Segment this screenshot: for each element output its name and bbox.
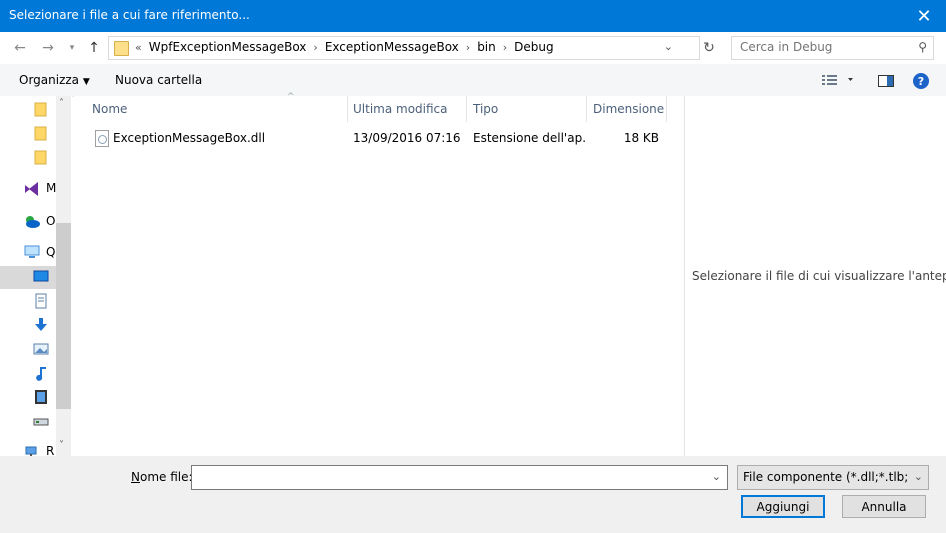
music-icon[interactable] (33, 365, 49, 381)
window-title: Selezionare i file a cui fare riferiment… (9, 8, 250, 22)
desktop-icon[interactable] (33, 269, 49, 285)
help-button[interactable]: ? (913, 73, 929, 89)
navigation-scrollbar[interactable]: ˄ ˅ (56, 96, 71, 456)
chevron-down-icon: ▾ (69, 43, 75, 53)
chevron-right-icon[interactable]: › (500, 41, 510, 54)
column-label: Tipo (473, 102, 499, 116)
file-list: ^ Nome Ultima modifica Tipo Dimensione E… (74, 92, 684, 456)
chevron-up-icon[interactable]: ˄ (59, 98, 64, 109)
column-header-name[interactable]: Nome (86, 96, 348, 122)
chevron-down-icon[interactable]: ⌄ (664, 40, 673, 53)
search-box: ⚲ (731, 36, 934, 60)
chevron-down-icon: ⌄ (913, 470, 923, 483)
folder-icon[interactable] (33, 149, 49, 165)
chevron-down-icon: ▼ (82, 77, 90, 87)
file-type: Estensione dell'ap... (473, 131, 585, 145)
chevron-down-icon[interactable]: ⌄ (712, 470, 721, 483)
nav-item-label[interactable]: M (46, 181, 56, 195)
command-bar: Organizza ▼ Nuova cartella (0, 64, 946, 97)
dll-file-icon (95, 130, 109, 147)
breadcrumb-item[interactable]: ExceptionMessageBox (321, 40, 463, 54)
up-button[interactable]: ↑ (86, 40, 102, 56)
search-icon[interactable]: ⚲ (918, 40, 927, 54)
filename-label-text: ome file: (139, 470, 193, 484)
chevron-right-icon[interactable]: › (463, 41, 473, 54)
refresh-button[interactable]: ↻ (699, 36, 719, 60)
breadcrumb-item[interactable]: bin (473, 40, 500, 54)
close-icon: ✕ (916, 5, 932, 27)
scroll-thumb[interactable] (56, 223, 71, 409)
preview-pane-button[interactable] (878, 75, 894, 90)
back-button[interactable]: ← (12, 40, 28, 56)
recent-locations-button[interactable]: ▾ (64, 40, 80, 56)
column-label: Ultima modifica (353, 102, 448, 116)
close-button[interactable]: ✕ (902, 0, 946, 32)
downloads-icon[interactable] (33, 317, 49, 333)
onedrive-icon[interactable] (24, 213, 40, 229)
visual-studio-icon[interactable] (24, 180, 40, 196)
breadcrumb-overflow[interactable]: « (132, 41, 145, 54)
preview-message: Selezionare il file di cui visualizzare … (692, 269, 946, 283)
chevron-down-icon[interactable]: ˅ (59, 440, 64, 451)
column-header-type[interactable]: Tipo (467, 96, 587, 122)
address-bar[interactable]: « WpfExceptionMessageBox › ExceptionMess… (108, 36, 700, 60)
forward-button[interactable]: → (40, 40, 56, 56)
column-label: Dimensione (593, 102, 665, 116)
chevron-right-icon[interactable]: › (310, 41, 320, 54)
file-modified: 13/09/2016 07:16 (353, 131, 461, 145)
nav-item-label[interactable]: O (46, 214, 55, 228)
pictures-icon[interactable] (33, 341, 49, 357)
filename-label: Nome file: (131, 470, 193, 484)
help-icon: ? (917, 74, 925, 88)
file-size: 18 KB (623, 131, 659, 145)
new-folder-button[interactable]: Nuova cartella (115, 73, 202, 87)
file-name: ExceptionMessageBox.dll (113, 131, 266, 145)
column-label: Nome (92, 102, 128, 116)
folder-icon[interactable] (33, 125, 49, 141)
filename-input[interactable] (192, 466, 710, 487)
back-arrow-icon: ← (14, 40, 26, 56)
folder-icon (114, 41, 129, 56)
breadcrumb-item[interactable]: WpfExceptionMessageBox (145, 40, 311, 54)
filter-value: File componente (*.dll;*.tlb;*.oll (743, 470, 909, 484)
forward-arrow-icon: → (42, 40, 54, 56)
documents-icon[interactable] (33, 293, 49, 309)
nav-item-label[interactable]: Q (46, 245, 55, 259)
up-arrow-icon: ↑ (88, 40, 100, 56)
details-view-icon (822, 75, 853, 85)
videos-icon[interactable] (33, 389, 49, 405)
breadcrumb: « WpfExceptionMessageBox › ExceptionMess… (132, 40, 558, 54)
filename-label-accesskey: N (131, 470, 140, 484)
refresh-icon: ↻ (703, 40, 715, 56)
column-header-size[interactable]: Dimensione (587, 96, 667, 122)
preview-pane: Selezionare il file di cui visualizzare … (684, 96, 946, 456)
preview-pane-icon (878, 75, 894, 87)
table-row[interactable]: ExceptionMessageBox.dll 13/09/2016 07:16… (86, 128, 674, 150)
organize-button[interactable]: Organizza ▼ (19, 73, 90, 87)
this-pc-icon[interactable] (24, 244, 40, 260)
add-button[interactable]: Aggiungi (741, 495, 825, 518)
filename-combobox: ⌄ (191, 465, 728, 490)
folder-icon[interactable] (33, 101, 49, 117)
drive-icon[interactable] (33, 413, 49, 429)
search-input[interactable] (732, 37, 916, 57)
cancel-button[interactable]: Annulla (842, 495, 926, 518)
file-type-filter[interactable]: File componente (*.dll;*.tlb;*.oll ⌄ (737, 465, 929, 490)
column-header-modified[interactable]: Ultima modifica (347, 96, 467, 122)
organize-label: Organizza (19, 73, 80, 87)
title-bar: Selezionare i file a cui fare riferiment… (0, 0, 946, 32)
view-options-button[interactable] (822, 74, 856, 89)
breadcrumb-item[interactable]: Debug (510, 40, 557, 54)
